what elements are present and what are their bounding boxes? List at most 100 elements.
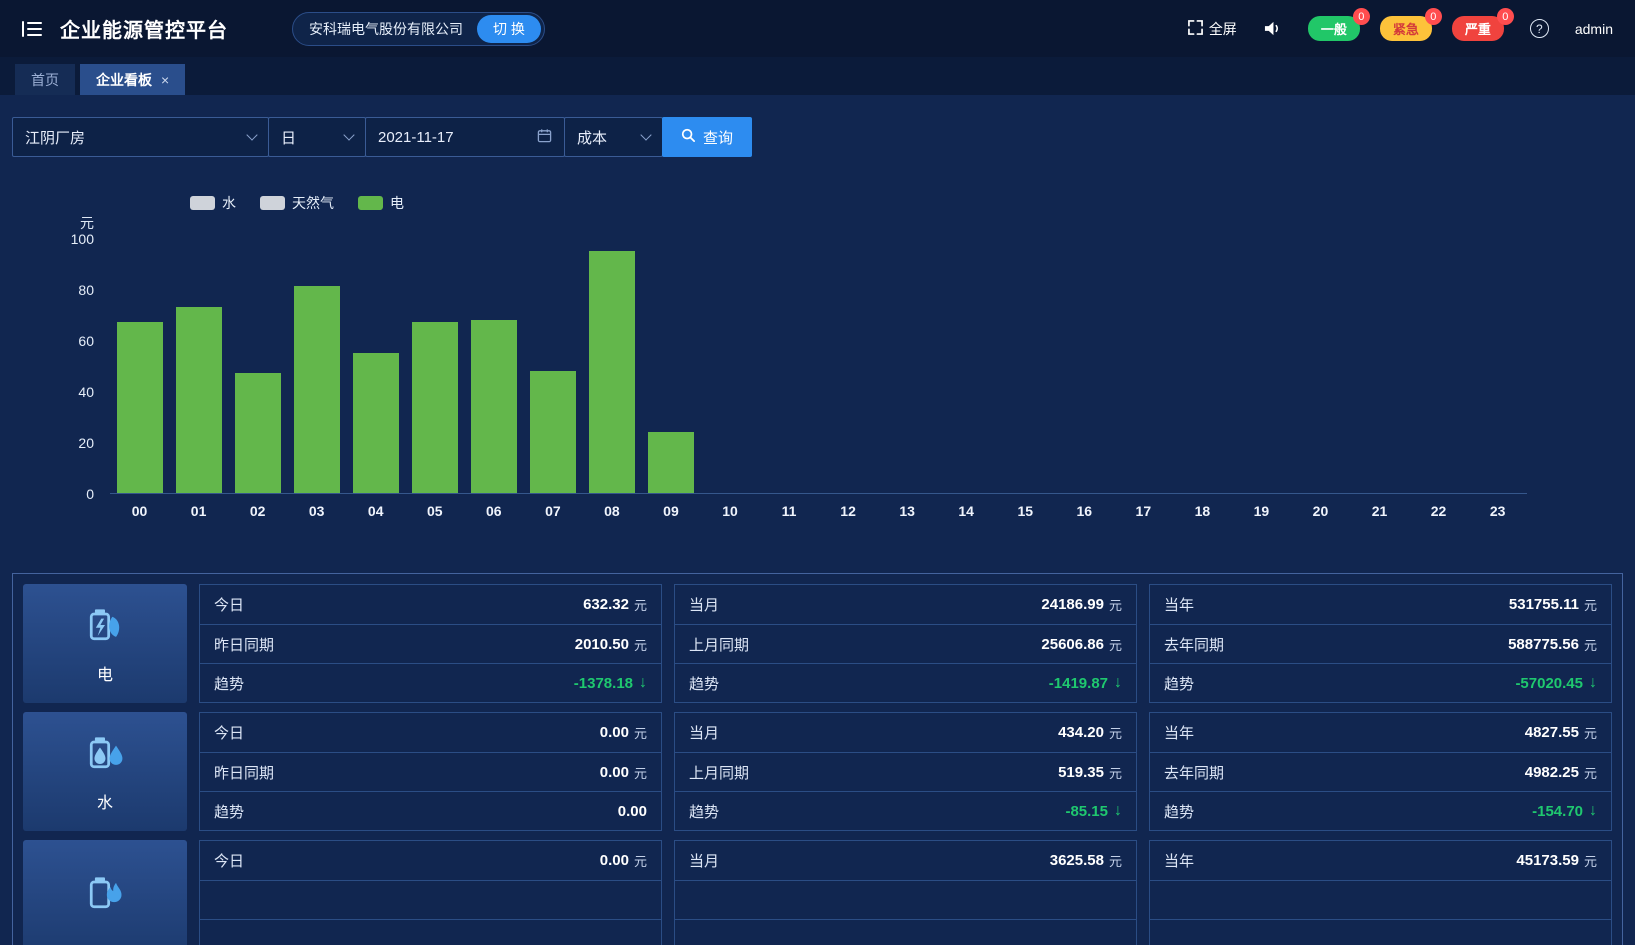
trend-down-arrow: ↓	[639, 674, 647, 692]
date-picker[interactable]: 2021-11-17	[365, 117, 565, 157]
bar-slot	[523, 239, 582, 493]
stat-value-wrap: -85.15 ↓	[1065, 802, 1122, 820]
company-switch-button[interactable]: 切 换	[477, 15, 541, 43]
calendar-icon	[537, 128, 552, 147]
stat-label: 昨日同期	[214, 634, 274, 655]
help-icon[interactable]: ?	[1530, 19, 1549, 38]
stat-value: 434.20	[1058, 724, 1104, 741]
stat-line	[675, 919, 1136, 945]
fullscreen-button[interactable]: 全屏	[1188, 19, 1237, 39]
stat-value: 0.00	[600, 764, 629, 781]
stat-value-wrap: 632.32元	[583, 595, 647, 614]
x-tick-label: 01	[169, 503, 228, 519]
stat-unit: 元	[634, 851, 647, 870]
stat-label: 今日	[214, 722, 244, 743]
stat-value-wrap: 0.00	[618, 803, 647, 820]
energy-card-water: 水	[23, 712, 187, 831]
company-selector: 安科瑞电气股份有限公司 切 换	[292, 12, 545, 46]
y-tick-label: 0	[86, 486, 94, 502]
tab-close-icon[interactable]: ×	[161, 72, 169, 88]
query-button-label: 查询	[703, 127, 733, 148]
trend-down-arrow: ↓	[1114, 802, 1122, 820]
bar-slot	[287, 239, 346, 493]
energy-type-label: 水	[97, 789, 113, 813]
stat-label: 趋势	[214, 673, 244, 694]
tab-home[interactable]: 首页	[15, 64, 75, 95]
alarm-button-general[interactable]: 一般0	[1308, 16, 1360, 41]
y-tick-label: 40	[78, 384, 94, 400]
alarm-button-urgent[interactable]: 紧急0	[1380, 16, 1432, 41]
page-title: 企业能源管控平台	[60, 14, 228, 43]
stat-line: 上月同期25606.86元	[675, 624, 1136, 663]
energy-card-gas	[23, 840, 187, 945]
stat-value: 25606.86	[1041, 636, 1104, 653]
bar-slot	[937, 239, 996, 493]
x-tick-label: 07	[523, 503, 582, 519]
stat-line: 今日 0.00元	[200, 713, 661, 752]
stat-line	[675, 880, 1136, 919]
x-tick-label: 17	[1114, 503, 1173, 519]
stat-group: 今日 0.00元	[199, 840, 662, 945]
stat-value: 45173.59	[1516, 852, 1579, 869]
stat-line: 当年4827.55元	[1150, 713, 1611, 752]
stat-line: 昨日同期2010.50元	[200, 624, 661, 663]
bar-slot	[996, 239, 1055, 493]
stat-value-wrap: 0.00元	[600, 851, 647, 870]
period-select[interactable]: 日	[268, 117, 366, 157]
legend-swatch	[190, 196, 215, 210]
stat-group: 今日0.00元昨日同期0.00元趋势0.00	[199, 712, 662, 831]
site-select[interactable]: 江阴厂房	[12, 117, 269, 157]
stat-value-wrap: 4827.55元	[1525, 723, 1597, 742]
username[interactable]: admin	[1575, 21, 1613, 37]
trend-down-arrow: ↓	[1589, 674, 1597, 692]
speaker-icon[interactable]	[1263, 20, 1282, 37]
x-tick-label: 06	[464, 503, 523, 519]
stat-unit: 元	[1109, 763, 1122, 782]
bar-slot	[1409, 239, 1468, 493]
stat-label: 上月同期	[689, 634, 749, 655]
bar-slot	[1055, 239, 1114, 493]
stat-unit: 元	[634, 595, 647, 614]
x-tick-label: 10	[700, 503, 759, 519]
alarm-button-critical[interactable]: 严重0	[1452, 16, 1504, 41]
x-tick-label: 02	[228, 503, 287, 519]
tab-dashboard[interactable]: 企业看板×	[80, 64, 185, 95]
stat-value-wrap: 0.00元	[600, 723, 647, 742]
stat-label: 今日	[214, 850, 244, 871]
metric-select[interactable]: 成本	[564, 117, 663, 157]
stat-value-wrap: 531755.11元	[1509, 595, 1597, 614]
legend-item-gas[interactable]: 天然气	[260, 193, 334, 213]
bar-slot	[405, 239, 464, 493]
bar-slot	[110, 239, 169, 493]
bar-slot	[700, 239, 759, 493]
legend-item-water[interactable]: 水	[190, 193, 236, 213]
query-button[interactable]: 查询	[662, 117, 752, 157]
stat-value: -85.15	[1065, 803, 1108, 820]
stat-group: 今日632.32元昨日同期2010.50元趋势-1378.18↓	[199, 584, 662, 703]
stat-value: -1419.87	[1049, 675, 1108, 692]
stat-label: 当月	[689, 594, 719, 615]
energy-row-electricity: 电今日632.32元昨日同期2010.50元趋势-1378.18↓当月24186…	[23, 584, 1612, 703]
x-tick-label: 03	[287, 503, 346, 519]
bar-06	[471, 320, 517, 493]
stat-line: 当月434.20元	[675, 713, 1136, 752]
stat-value: 519.35	[1058, 764, 1104, 781]
y-tick-label: 60	[78, 333, 94, 349]
legend-item-electricity[interactable]: 电	[358, 193, 404, 213]
stat-value: 4982.25	[1525, 764, 1579, 781]
stat-groups: 今日632.32元昨日同期2010.50元趋势-1378.18↓当月24186.…	[199, 584, 1612, 703]
y-axis: 元 020406080100	[0, 239, 110, 494]
x-tick-label: 20	[1291, 503, 1350, 519]
stat-unit: 元	[1109, 723, 1122, 742]
trend-down-arrow: ↓	[1589, 802, 1597, 820]
stat-unit: 元	[1584, 595, 1597, 614]
stat-label: 去年同期	[1164, 762, 1224, 783]
stat-value-wrap: 4982.25元	[1525, 763, 1597, 782]
bar-03	[294, 286, 340, 493]
x-tick-label: 09	[641, 503, 700, 519]
bar-04	[353, 353, 399, 493]
menu-toggle-icon[interactable]	[22, 21, 42, 37]
chevron-down-icon	[640, 129, 651, 140]
legend-label: 水	[222, 193, 236, 213]
stat-groups: 今日0.00元昨日同期0.00元趋势0.00当月434.20元上月同期519.3…	[199, 712, 1612, 831]
